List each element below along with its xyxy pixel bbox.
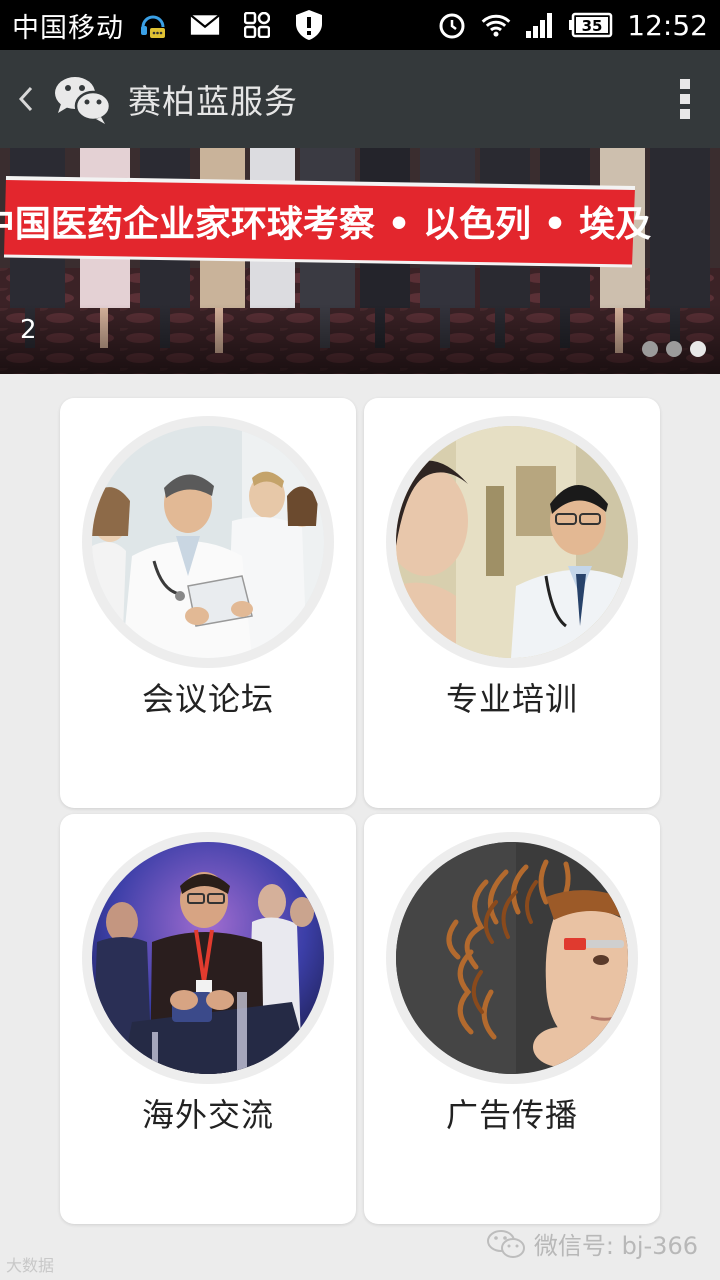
card-professional-training[interactable]: 专业培训 <box>364 398 660 808</box>
headset-chat-icon <box>138 10 168 40</box>
carrier-label: 中国移动 <box>12 12 124 44</box>
chevron-left-icon <box>18 86 33 112</box>
battery-level: 35 <box>582 17 603 35</box>
battery-icon: 35 <box>569 10 613 40</box>
card-label: 广告传播 <box>445 1096 578 1134</box>
card-label: 专业培训 <box>445 680 578 718</box>
overseas-exchange-image <box>92 842 324 1074</box>
doctors-meeting-image <box>92 426 324 658</box>
apps-icon <box>242 10 272 40</box>
banner-caption-strip <box>0 304 720 374</box>
mail-icon <box>190 10 220 40</box>
wifi-icon <box>481 10 511 40</box>
card-image-frame <box>82 832 334 1084</box>
nav-title: 赛柏蓝服务 <box>128 82 298 121</box>
more-vertical-icon <box>680 79 690 119</box>
shield-icon <box>294 10 324 40</box>
banner-dot[interactable] <box>666 341 682 357</box>
ad-media-image <box>396 842 628 1074</box>
alarm-icon <box>437 10 467 40</box>
status-bar: 中国移动 35 12:52 <box>0 0 720 50</box>
card-overseas-exchange[interactable]: 海外交流 <box>60 814 356 1224</box>
banner-index: 2 <box>20 315 37 345</box>
banner-dots <box>642 341 706 357</box>
clock: 12:52 <box>627 8 708 42</box>
banner-slogan: 中国医药企业家环球考察 • 以色列 • 埃及 <box>0 203 651 245</box>
card-label: 会议论坛 <box>141 680 274 718</box>
card-label: 海外交流 <box>141 1096 274 1134</box>
wechat-logo-icon <box>52 68 114 130</box>
nav-bar: 赛柏蓝服务 <box>0 50 720 148</box>
back-button[interactable] <box>0 50 52 148</box>
more-button[interactable] <box>650 50 720 148</box>
card-image-frame <box>82 416 334 668</box>
wechat-id-watermark: 微信号: bj-366 <box>486 1226 698 1261</box>
card-image-frame <box>386 832 638 1084</box>
wechat-id-text: 微信号: bj-366 <box>533 1232 698 1260</box>
source-watermark: 大数据 <box>6 1252 54 1276</box>
wechat-watermark-icon <box>486 1229 525 1258</box>
card-image-frame <box>386 416 638 668</box>
card-meeting-forum[interactable]: 会议论坛 <box>60 398 356 808</box>
signal-icon <box>525 10 555 40</box>
card-advertising[interactable]: 广告传播 <box>364 814 660 1224</box>
source-watermark-text: 大数据 <box>6 1256 55 1275</box>
banner-carousel[interactable]: 中国医药企业家环球考察 • 以色列 • 埃及 2 <box>0 148 720 374</box>
banner-dot[interactable] <box>642 341 658 357</box>
doctor-training-image <box>396 426 628 658</box>
banner-dot-active[interactable] <box>690 341 706 357</box>
